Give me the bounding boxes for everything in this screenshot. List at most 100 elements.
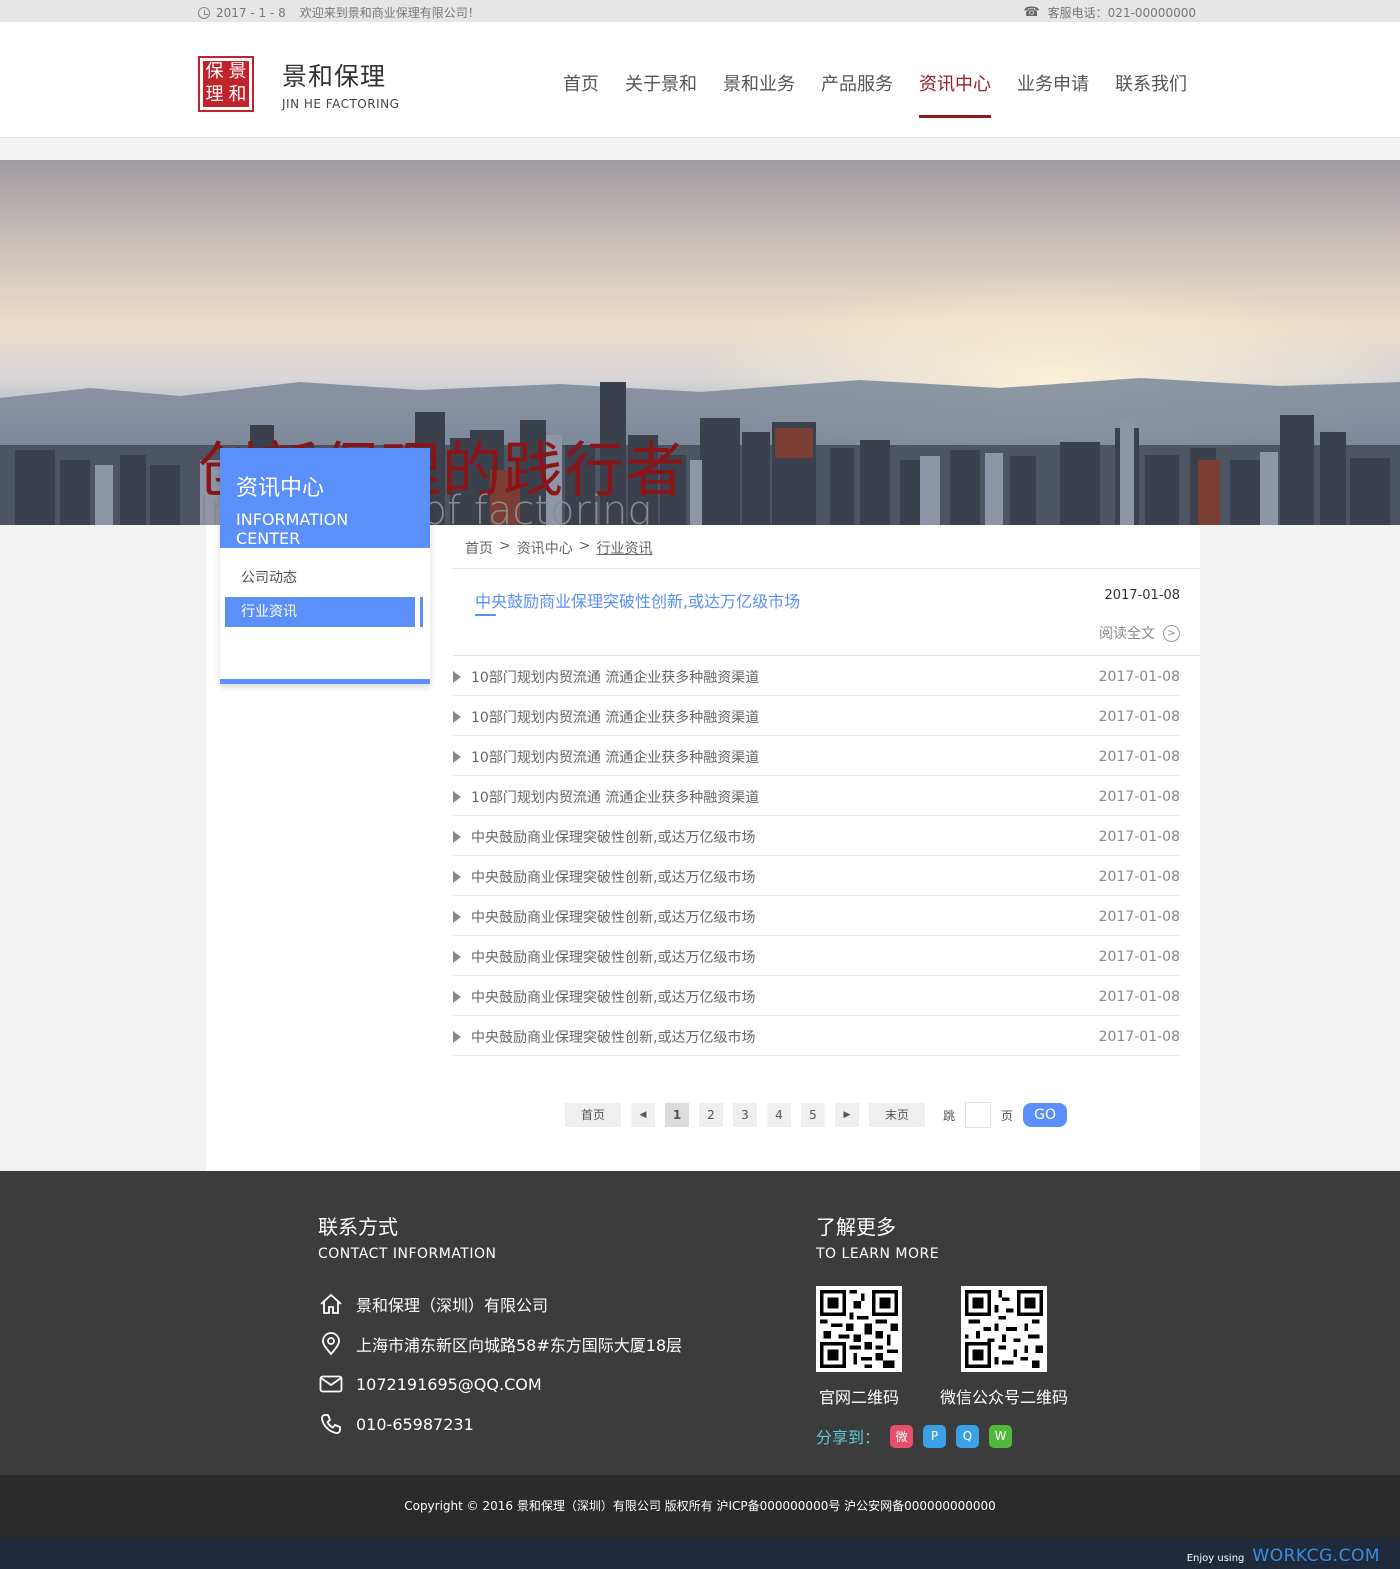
- news-title[interactable]: 10部门规划内贸流通 流通企业获多种融资渠道: [471, 787, 759, 807]
- breadcrumb-separator: >: [499, 538, 511, 554]
- news-title[interactable]: 中央鼓励商业保理突破性创新,或达万亿级市场: [471, 1027, 755, 1047]
- list-item[interactable]: 10部门规划内贸流通 流通企业获多种融资渠道 2017-01-08: [453, 776, 1180, 816]
- list-item[interactable]: 中央鼓励商业保理突破性创新,或达万亿级市场 2017-01-08: [453, 976, 1180, 1016]
- learn-more-section: 了解更多 TO LEARN MORE 官网二维码 微信公众号二维码 分享到： 微…: [816, 1211, 1068, 1448]
- breadcrumb-section[interactable]: 资讯中心: [517, 538, 573, 558]
- breadcrumb-current[interactable]: 行业资讯: [596, 538, 652, 558]
- copyright-bar: Copyright © 2016 景和保理（深圳）有限公司 版权所有 沪ICP备…: [0, 1475, 1400, 1538]
- brand-name: 景和保理: [282, 62, 387, 91]
- list-item[interactable]: 10部门规划内贸流通 流通企业获多种融资渠道 2017-01-08: [453, 696, 1180, 736]
- breadcrumb-home[interactable]: 首页: [465, 538, 493, 558]
- welcome-text: 欢迎来到景和商业保理有限公司！: [299, 6, 480, 20]
- news-date: 2017-01-08: [1098, 908, 1180, 925]
- contact-email[interactable]: 1072191695@QQ.COM: [356, 1375, 542, 1394]
- sidebar-item-company-news[interactable]: 公司动态: [225, 563, 424, 593]
- top-info-bar: 2017 - 1 - 8 欢迎来到景和商业保理有限公司！ ☎ 客服电话：021-…: [0, 0, 1400, 22]
- list-item[interactable]: 中央鼓励商业保理突破性创新,或达万亿级市场 2017-01-08: [453, 1016, 1180, 1056]
- news-title[interactable]: 中央鼓励商业保理突破性创新,或达万亿级市场: [471, 947, 755, 967]
- nav-apply[interactable]: 业务申请: [1004, 70, 1102, 118]
- news-date: 2017-01-08: [1098, 788, 1180, 805]
- share-bar: 分享到： 微 P Q W: [816, 1424, 1068, 1448]
- nav-business[interactable]: 景和业务: [710, 70, 808, 118]
- qq-icon[interactable]: Q: [956, 1424, 980, 1448]
- go-button[interactable]: GO: [1023, 1103, 1068, 1127]
- company-name: 景和保理（深圳）有限公司: [356, 1296, 549, 1315]
- read-more-label: 阅读全文: [1099, 626, 1155, 642]
- watermark-brand: WORKCG.COM: [1252, 1546, 1380, 1566]
- news-date: 2017-01-08: [1098, 668, 1180, 685]
- seal-char: 和: [228, 84, 247, 105]
- sidebar-subtitle: INFORMATION CENTER: [236, 510, 349, 548]
- nav-home[interactable]: 首页: [550, 70, 612, 118]
- news-title[interactable]: 10部门规划内贸流通 流通企业获多种融资渠道: [471, 667, 759, 687]
- service-hotline: 客服电话：021-00000000: [1047, 6, 1196, 20]
- mail-icon: [318, 1371, 344, 1397]
- jump-page-input[interactable]: [965, 1102, 992, 1128]
- nav-products[interactable]: 产品服务: [808, 70, 906, 118]
- news-date: 2017-01-08: [1098, 948, 1180, 965]
- news-date: 2017-01-08: [1098, 708, 1180, 725]
- list-item[interactable]: 10部门规划内贸流通 流通企业获多种融资渠道 2017-01-08: [453, 656, 1180, 696]
- news-title[interactable]: 10部门规划内贸流通 流通企业获多种融资渠道: [471, 747, 759, 767]
- page-number[interactable]: 3: [733, 1103, 757, 1127]
- news-date: 2017-01-08: [1098, 748, 1180, 765]
- page-number[interactable]: 2: [699, 1103, 723, 1127]
- news-title[interactable]: 中央鼓励商业保理突破性创新,或达万亿级市场: [471, 907, 755, 927]
- page-number[interactable]: 4: [767, 1103, 791, 1127]
- main-nav: 首页 关于景和 景和业务 产品服务 资讯中心 业务申请 联系我们: [550, 70, 1200, 118]
- nav-contact[interactable]: 联系我们: [1102, 70, 1200, 118]
- news-title[interactable]: 中央鼓励商业保理突破性创新,或达万亿级市场: [471, 987, 755, 1007]
- watermark: Enjoy using WORKCG.COM: [1187, 1546, 1380, 1566]
- news-date: 2017-01-08: [1098, 988, 1180, 1005]
- divider: [453, 568, 1200, 569]
- list-item[interactable]: 中央鼓励商业保理突破性创新,或达万亿级市场 2017-01-08: [453, 816, 1180, 856]
- nav-about[interactable]: 关于景和: [612, 70, 710, 118]
- weibo-icon[interactable]: 微: [890, 1424, 914, 1448]
- sidebar-item-industry-news[interactable]: 行业资讯: [225, 597, 423, 627]
- read-more-link[interactable]: 阅读全文 >: [1099, 623, 1180, 643]
- featured-news-title[interactable]: 中央鼓励商业保理突破性创新,或达万亿级市场: [475, 588, 800, 612]
- contact-section: 联系方式 CONTACT INFORMATION 景和保理（深圳）有限公司 上海…: [318, 1211, 682, 1444]
- sidebar: 资讯中心 INFORMATION CENTER 公司动态 行业资讯: [220, 448, 430, 684]
- list-item[interactable]: 中央鼓励商业保理突破性创新,或达万亿级市场 2017-01-08: [453, 856, 1180, 896]
- wechat-icon[interactable]: W: [989, 1424, 1013, 1448]
- sidebar-bottom-bar: [220, 679, 430, 684]
- triangle-bullet-icon: [453, 710, 461, 723]
- list-item[interactable]: 中央鼓励商业保理突破性创新,或达万亿级市场 2017-01-08: [453, 936, 1180, 976]
- nav-news[interactable]: 资讯中心: [906, 70, 1004, 118]
- current-date: 2017 - 1 - 8: [216, 5, 286, 20]
- list-item[interactable]: 中央鼓励商业保理突破性创新,或达万亿级市场 2017-01-08: [453, 896, 1180, 936]
- phone-icon: [318, 1411, 344, 1437]
- logo-seal: 保 景 理 和: [198, 56, 254, 112]
- seal-char: 理: [205, 84, 224, 105]
- last-page-button[interactable]: 末页: [869, 1103, 925, 1127]
- baidu-icon[interactable]: P: [923, 1424, 947, 1448]
- location-pin-icon: [318, 1331, 344, 1357]
- triangle-bullet-icon: [453, 870, 461, 883]
- contact-phone[interactable]: 010-65987231: [356, 1415, 474, 1434]
- triangle-bullet-icon: [453, 1030, 461, 1043]
- contact-subtitle: CONTACT INFORMATION: [318, 1246, 497, 1262]
- list-item[interactable]: 10部门规划内贸流通 流通企业获多种融资渠道 2017-01-08: [453, 736, 1180, 776]
- home-icon: [318, 1291, 344, 1317]
- page-number[interactable]: 1: [665, 1103, 689, 1127]
- share-label: 分享到：: [816, 1428, 881, 1447]
- site-logo[interactable]: 保 景 理 和 景和保理 JIN HE FACTORING: [198, 56, 399, 112]
- copyright-text: Copyright © 2016 景和保理（深圳）有限公司 版权所有 沪ICP备…: [404, 1499, 996, 1513]
- news-title[interactable]: 中央鼓励商业保理突破性创新,或达万亿级市场: [471, 827, 755, 847]
- news-title[interactable]: 中央鼓励商业保理突破性创新,或达万亿级市场: [471, 867, 755, 887]
- page-number[interactable]: 5: [801, 1103, 825, 1127]
- news-title[interactable]: 10部门规划内贸流通 流通企业获多种融资渠道: [471, 707, 759, 727]
- next-page-icon[interactable]: ▶: [835, 1103, 859, 1127]
- triangle-bullet-icon: [453, 790, 461, 803]
- company-address: 上海市浦东新区向城路58#东方国际大厦18层: [356, 1336, 683, 1355]
- pagination: 首页 ◀ 1 2 3 4 5 ▶ 末页 跳 页 GO: [565, 1102, 1068, 1128]
- prev-page-icon[interactable]: ◀: [631, 1103, 655, 1127]
- featured-news-date: 2017-01-08: [1104, 588, 1180, 603]
- triangle-bullet-icon: [453, 910, 461, 923]
- triangle-bullet-icon: [453, 830, 461, 843]
- brand-name-en: JIN HE FACTORING: [282, 97, 400, 111]
- seal-char: 景: [228, 61, 247, 82]
- first-page-button[interactable]: 首页: [565, 1103, 621, 1127]
- website-qr-label: 官网二维码: [818, 1388, 899, 1407]
